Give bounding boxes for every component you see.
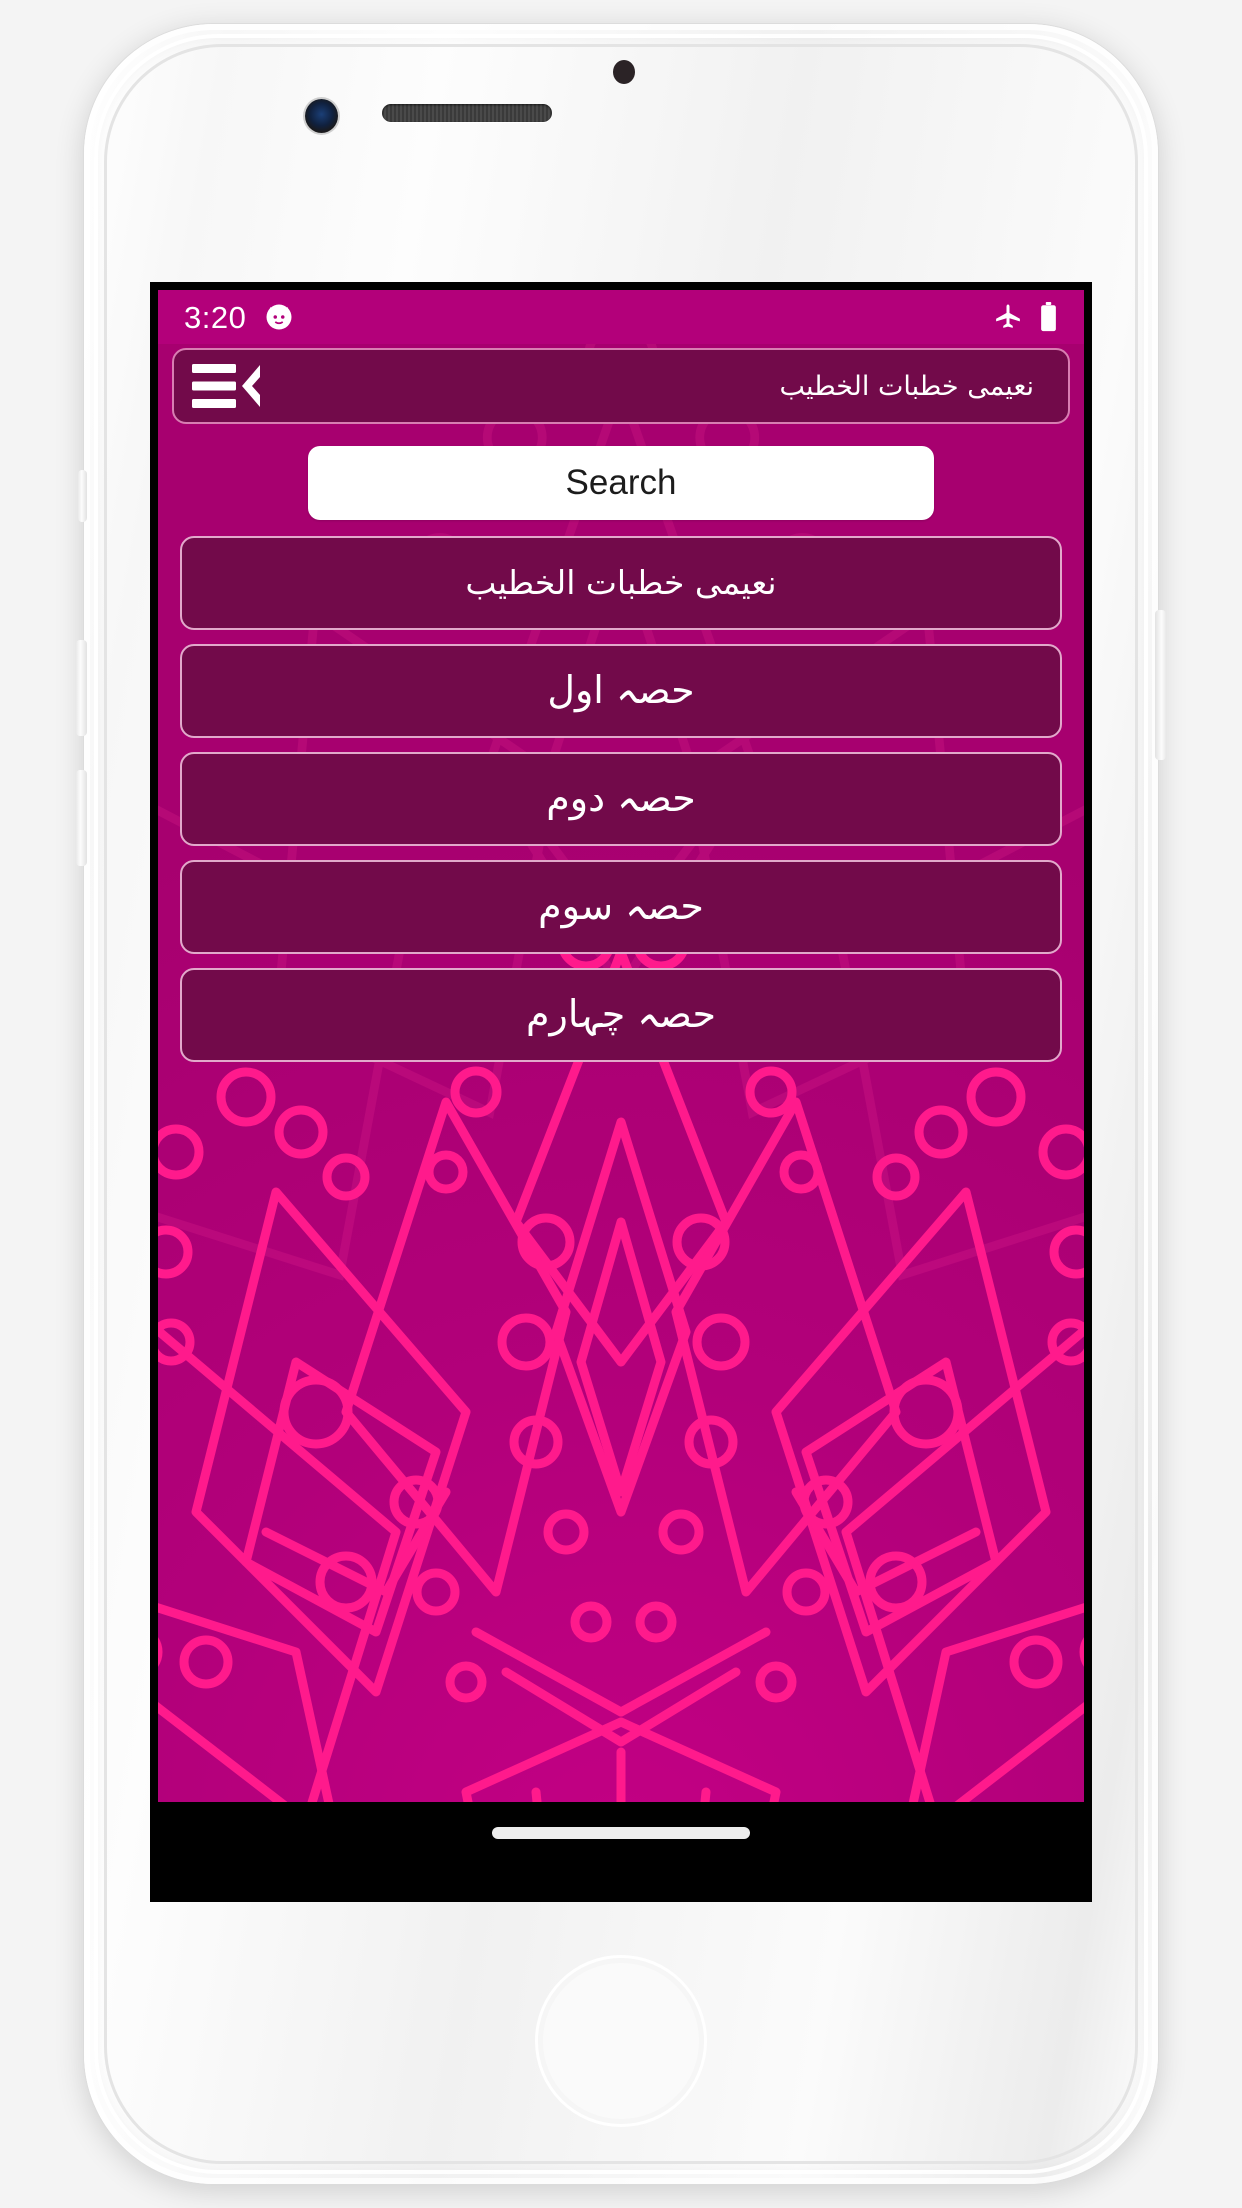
- chapter-list: نعیمی خطبات الخطیب حصہ اول حصہ دوم حصہ س…: [180, 536, 1062, 1076]
- list-item-label: حصہ اول: [547, 668, 695, 713]
- power-button[interactable]: [1155, 610, 1166, 760]
- status-bar-right: [993, 302, 1058, 332]
- list-item-label: حصہ سوم: [538, 884, 704, 929]
- cat-face-icon: [266, 304, 292, 330]
- list-item-label: حصہ دوم: [546, 776, 696, 821]
- status-time: 3:20: [184, 299, 247, 335]
- earpiece-speaker: [382, 104, 552, 122]
- list-item[interactable]: حصہ اول: [180, 644, 1062, 738]
- proximity-sensor-icon: [613, 60, 635, 84]
- mandala-background: [158, 290, 1084, 1864]
- list-item[interactable]: حصہ سوم: [180, 860, 1062, 954]
- list-item-label: حصہ چہارم: [526, 992, 716, 1037]
- volume-up-button[interactable]: [76, 640, 87, 736]
- list-item[interactable]: حصہ دوم: [180, 752, 1062, 846]
- phone-screen: 3:20 نعیمی خطبات الخطیب Search نعیمی خطب…: [150, 282, 1092, 1902]
- search-input[interactable]: Search: [308, 446, 934, 520]
- battery-full-icon: [1041, 302, 1056, 332]
- silent-switch[interactable]: [78, 470, 87, 522]
- home-indicator[interactable]: [492, 1827, 750, 1839]
- airplane-mode-icon: [996, 304, 1020, 328]
- page-title: نعیمی خطبات الخطیب: [779, 370, 1034, 402]
- screenshot-root: 3:20 نعیمی خطبات الخطیب Search نعیمی خطب…: [0, 0, 1242, 2208]
- volume-down-button[interactable]: [76, 770, 87, 866]
- hamburger-back-icon: [192, 364, 260, 408]
- status-bar: 3:20: [158, 290, 1084, 344]
- system-navigation-bar: [158, 1802, 1084, 1864]
- app-screen: 3:20 نعیمی خطبات الخطیب Search نعیمی خطب…: [158, 290, 1084, 1864]
- front-camera-icon: [305, 99, 338, 133]
- list-item-label: نعیمی خطبات الخطیب: [465, 563, 777, 603]
- home-button[interactable]: [532, 1952, 704, 2124]
- list-item[interactable]: حصہ چہارم: [180, 968, 1062, 1062]
- list-item[interactable]: نعیمی خطبات الخطیب: [180, 536, 1062, 630]
- status-bar-left: 3:20: [184, 302, 294, 333]
- app-bar: نعیمی خطبات الخطیب: [172, 348, 1070, 424]
- search-placeholder: Search: [565, 463, 677, 502]
- drawer-toggle-button[interactable]: [174, 348, 278, 424]
